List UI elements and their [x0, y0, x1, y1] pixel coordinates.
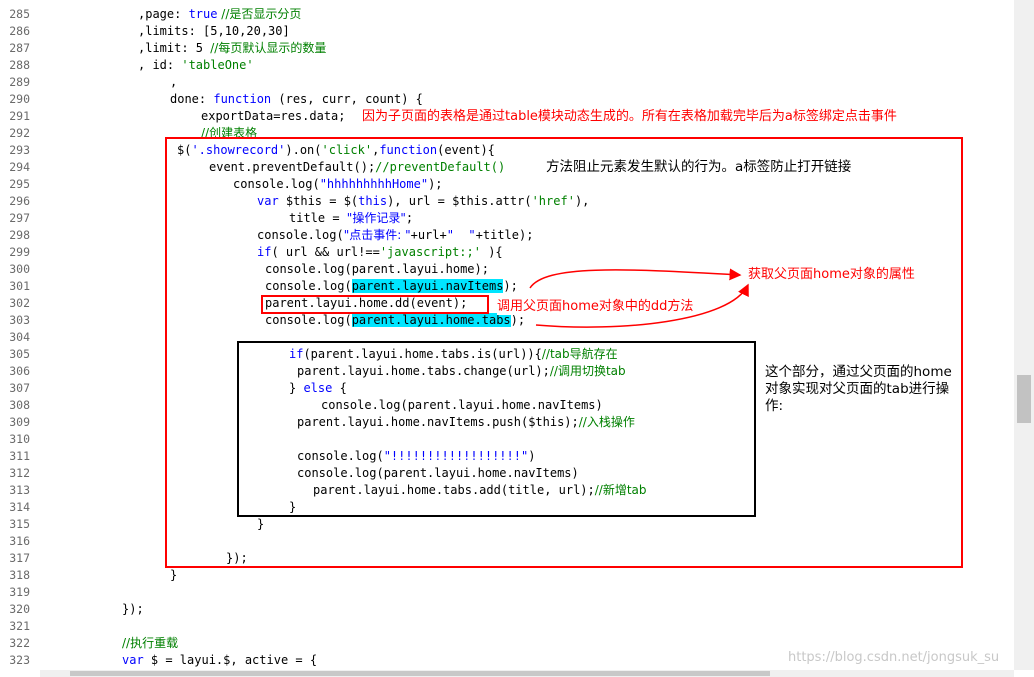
arrow-navitems [529, 268, 742, 289]
horizontal-scroll-thumb[interactable] [70, 671, 770, 676]
code-editor[interactable]: 285 286 287 288 289 290 291 292 293 294 … [0, 0, 1014, 670]
arrow-tabs [535, 283, 749, 328]
watermark: https://blog.csdn.net/jongsuk_su [788, 650, 1000, 665]
horizontal-scrollbar[interactable] [40, 670, 1014, 677]
annotation-arrows [529, 268, 749, 328]
vertical-scrollbar[interactable] [1014, 0, 1034, 670]
vertical-scroll-thumb[interactable] [1017, 375, 1031, 423]
